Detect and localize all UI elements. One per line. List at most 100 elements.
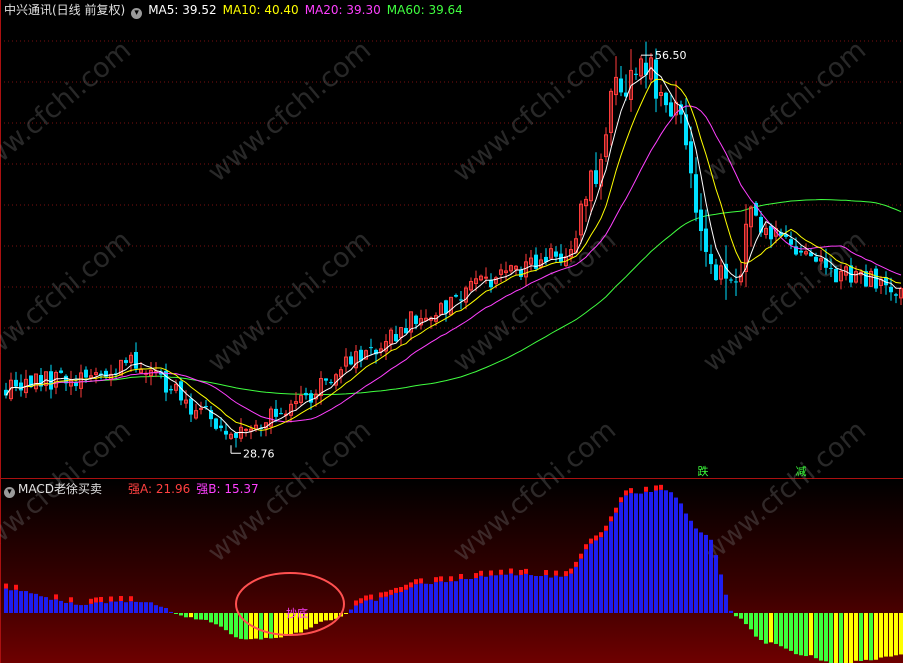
- candle-body-down: [699, 209, 703, 232]
- macd-bar-positive: [609, 521, 613, 613]
- macd-bar-positive: [729, 610, 733, 613]
- macd-bar-positive: [559, 576, 563, 613]
- macd-bar-negative: [759, 613, 763, 640]
- macd-bar-negative: [194, 613, 198, 620]
- candle-body-down: [19, 382, 23, 391]
- macd-bar-strong-cap: [394, 587, 398, 593]
- macd-bar-positive: [624, 495, 628, 613]
- macd-bar-negative: [224, 613, 228, 631]
- macd-bar-negative: [209, 613, 213, 623]
- candle-body-down: [219, 425, 223, 428]
- ma20-value: 39.30: [346, 3, 381, 17]
- macd-bar-positive: [404, 589, 408, 613]
- ma10-label: MA10: 40.40: [222, 3, 299, 17]
- macd-bar-positive: [649, 491, 653, 613]
- macd-bar-positive: [654, 490, 658, 613]
- candle-body-down: [734, 281, 738, 283]
- macd-bar-negative: [254, 613, 258, 639]
- macd-bar-positive: [604, 530, 608, 613]
- candle-body-down: [124, 360, 128, 363]
- macd-bar-strong-cap: [89, 598, 93, 604]
- macd-bar-strong-cap: [109, 596, 113, 602]
- watermark-text: www.cfchi.com: [697, 35, 872, 189]
- macd-bar-positive: [674, 497, 678, 613]
- macd-bar-positive: [124, 602, 128, 613]
- macd-bar-positive: [494, 575, 498, 613]
- macd-bar-negative: [829, 613, 833, 663]
- macd-bar-negative: [784, 613, 788, 649]
- macd-bar-negative: [264, 613, 268, 638]
- macd-bar-positive: [139, 602, 143, 613]
- macd-bar-strong-cap: [524, 568, 528, 574]
- indicator-name: MACD老徐买卖: [18, 482, 102, 496]
- candle-body-down: [234, 432, 238, 438]
- candle-body-down: [519, 269, 523, 277]
- macd-bar-strong-cap: [459, 573, 463, 579]
- candle-body-down: [894, 294, 898, 296]
- macd-bar-positive: [554, 575, 558, 613]
- candle-body-down: [664, 92, 668, 106]
- macd-bar-positive: [489, 575, 493, 613]
- signal-die: 跌: [698, 464, 709, 478]
- macd-bar-positive: [699, 532, 703, 613]
- macd-bar-strong-cap: [519, 569, 523, 575]
- macd-bar-positive: [429, 584, 433, 613]
- macd-bar-positive: [574, 566, 578, 613]
- macd-bar-positive: [539, 576, 543, 613]
- macd-bar-positive: [369, 599, 373, 613]
- macd-bar-positive: [149, 602, 153, 613]
- candle-body-down: [274, 408, 278, 417]
- macd-bar-strong-cap: [659, 484, 663, 490]
- macd-bar-positive: [54, 599, 58, 613]
- candle-body-down: [84, 369, 88, 378]
- macd-bar-strong-cap: [609, 516, 613, 522]
- macd-bar-positive: [69, 602, 73, 613]
- macd-bar-positive: [614, 512, 618, 613]
- macd-bar-positive: [164, 608, 168, 613]
- candle-body-down: [489, 279, 493, 288]
- ma20-label: MA20: 39.30: [304, 3, 381, 17]
- chart-stage: www.cfchi.com www.cfchi.com www.cfchi.com w…: [0, 0, 903, 663]
- chevron-down-icon[interactable]: ▾: [131, 8, 143, 19]
- watermark-text: www.cfchi.com: [0, 225, 137, 379]
- macd-bar-positive: [14, 589, 18, 613]
- macd-bar-strong-cap: [419, 578, 423, 584]
- macd-bar-strong-cap: [4, 583, 8, 589]
- macd-bar-negative: [744, 613, 748, 625]
- macd-bar-positive: [454, 581, 458, 613]
- watermark-text: www.cfchi.com: [0, 35, 137, 189]
- macd-bar-negative: [749, 613, 753, 630]
- macd-bar-strong-cap: [449, 576, 453, 582]
- candle-body-down: [799, 250, 803, 253]
- macd-bar-positive: [694, 528, 698, 613]
- macd-bar-positive: [59, 600, 63, 613]
- macd-bar-negative: [839, 613, 843, 663]
- macd-bar-positive: [599, 537, 603, 613]
- macd-bar-strong-cap: [359, 598, 363, 604]
- macd-bar-negative: [219, 613, 223, 627]
- candle-body-down: [224, 430, 228, 435]
- macd-bar-positive: [409, 587, 413, 613]
- macd-bar-strong-cap: [509, 568, 513, 574]
- macd-bar-strong-cap: [614, 507, 618, 513]
- macd-bar-negative: [799, 613, 803, 656]
- macd-bar-positive: [719, 574, 723, 613]
- macd-bar-negative: [199, 613, 203, 620]
- candle-body-down: [369, 347, 373, 349]
- macd-bar-positive: [679, 503, 683, 613]
- macd-bar-negative: [844, 613, 848, 663]
- watermark-text: www.cfchi.com: [202, 35, 377, 189]
- macd-bar-positive: [589, 543, 593, 613]
- candle-body-down: [164, 370, 168, 393]
- candle-body-down: [349, 356, 353, 365]
- candle-body-down: [414, 315, 418, 324]
- macd-bar-negative: [874, 613, 878, 660]
- macd-bar-positive: [94, 602, 98, 613]
- macd-bar-positive: [24, 591, 28, 613]
- macd-bar-positive: [19, 591, 23, 613]
- candle-body-down: [619, 78, 623, 93]
- ma5-label: MA5: 39.52: [148, 3, 217, 17]
- macd-bar-positive: [4, 588, 8, 613]
- macd-bar-strong-cap: [589, 538, 593, 544]
- chevron-down-icon[interactable]: ▾: [4, 487, 15, 498]
